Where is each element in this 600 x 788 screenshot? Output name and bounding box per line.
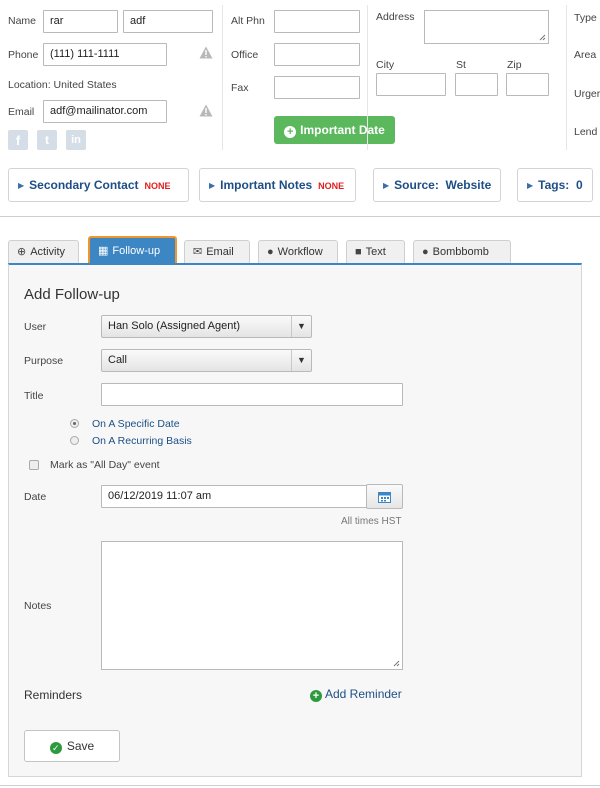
- lender-label: Lend: [574, 126, 598, 138]
- last-name-input[interactable]: adf: [123, 10, 213, 33]
- email-label: Email: [8, 106, 35, 118]
- dropdown-arrow-icon: ▼: [291, 350, 311, 371]
- panel-heading: Add Follow-up: [24, 286, 120, 303]
- drop-icon: ●: [267, 246, 274, 258]
- section-divider: [0, 216, 600, 217]
- calendar-icon: [378, 492, 391, 503]
- tab-follow-up[interactable]: ▦ Follow-up: [88, 236, 177, 266]
- phone-input[interactable]: (111) 111-1111: [43, 43, 167, 66]
- status-badge: NONE: [144, 181, 171, 191]
- tags-count: 0: [575, 178, 583, 192]
- resize-handle-icon: [393, 660, 400, 667]
- calendar-icon: ▦: [98, 245, 109, 257]
- office-label: Office: [231, 49, 259, 61]
- name-label: Name: [8, 15, 37, 27]
- tab-email[interactable]: ✉ Email: [184, 240, 250, 264]
- check-circle-icon: ✓: [49, 742, 62, 754]
- alt-phone-input[interactable]: [274, 10, 360, 33]
- purpose-label: Purpose: [24, 355, 64, 367]
- envelope-icon: ✉: [193, 246, 203, 258]
- bottom-divider: [0, 785, 600, 786]
- phone-label: Phone: [8, 49, 39, 61]
- address-label: Address: [376, 11, 415, 23]
- state-label: St: [456, 59, 466, 71]
- status-badge: NONE: [318, 181, 345, 191]
- location-value: United States: [53, 79, 117, 91]
- specific-date-label[interactable]: On A Specific Date: [92, 418, 180, 430]
- bomb-icon: ●: [422, 246, 429, 258]
- timezone-note: All times HST: [341, 516, 402, 527]
- specific-date-radio[interactable]: [70, 419, 79, 428]
- plus-circle-icon: +: [284, 126, 297, 138]
- recurring-basis-radio[interactable]: [70, 436, 79, 445]
- purpose-select[interactable]: Call ▼: [101, 349, 312, 372]
- location-label: Location: United States: [8, 79, 117, 91]
- secondary-contact-toggle[interactable]: ▶ Secondary Contact NONE: [8, 168, 189, 202]
- zip-input[interactable]: [506, 73, 549, 96]
- save-button[interactable]: ✓ Save: [24, 730, 120, 762]
- date-input[interactable]: 06/12/2019 11:07 am: [101, 485, 367, 508]
- email-input[interactable]: adf@mailinator.com: [43, 100, 167, 123]
- fax-input[interactable]: [274, 76, 360, 99]
- title-input[interactable]: [101, 383, 403, 406]
- city-input[interactable]: [376, 73, 446, 96]
- calendar-button[interactable]: [366, 484, 403, 509]
- city-label: City: [376, 59, 395, 71]
- fax-label: Fax: [231, 82, 249, 94]
- important-date-button[interactable]: + Important Date: [274, 116, 395, 144]
- notes-label: Notes: [24, 600, 52, 612]
- divider: [367, 5, 368, 150]
- urgency-label: Urger: [574, 88, 600, 100]
- warning-icon[interactable]: [199, 46, 213, 59]
- chat-bubbles-icon: ■: [355, 246, 362, 258]
- dropdown-arrow-icon: ▼: [291, 316, 311, 337]
- plus-circle-icon: +: [310, 690, 322, 702]
- source-toggle[interactable]: ▶ Source: Website: [373, 168, 501, 202]
- state-input[interactable]: [455, 73, 498, 96]
- area-label: Area: [574, 49, 597, 61]
- important-notes-toggle[interactable]: ▶ Important Notes NONE: [199, 168, 356, 202]
- all-day-checkbox[interactable]: [29, 460, 39, 470]
- tab-workflow[interactable]: ● Workflow: [258, 240, 338, 264]
- all-day-label[interactable]: Mark as "All Day" event: [50, 459, 160, 471]
- divider: [566, 5, 567, 150]
- source-value: Website: [445, 178, 492, 192]
- follow-up-panel: [8, 263, 582, 777]
- warning-icon[interactable]: [199, 104, 213, 117]
- caret-right-icon: ▶: [383, 181, 390, 190]
- type-label: Type: [574, 12, 597, 24]
- first-name-input[interactable]: rar: [43, 10, 118, 33]
- notes-textarea[interactable]: [101, 541, 403, 670]
- plus-circle-icon: ⊕: [17, 246, 27, 258]
- tab-text[interactable]: ■ Text: [346, 240, 405, 264]
- facebook-icon[interactable]: f: [8, 130, 28, 150]
- address-textarea[interactable]: [424, 10, 549, 44]
- title-label: Title: [24, 390, 44, 402]
- zip-label: Zip: [507, 59, 522, 71]
- alt-phone-label: Alt Phn: [231, 15, 265, 27]
- office-input[interactable]: [274, 43, 360, 66]
- tab-bombbomb[interactable]: ● Bombbomb: [413, 240, 511, 264]
- user-select[interactable]: Han Solo (Assigned Agent) ▼: [101, 315, 312, 338]
- caret-right-icon: ▶: [18, 181, 25, 190]
- user-label: User: [24, 321, 47, 333]
- divider: [222, 5, 223, 150]
- add-reminder-link[interactable]: + Add Reminder: [310, 687, 402, 702]
- linkedin-icon[interactable]: in: [66, 130, 86, 150]
- caret-right-icon: ▶: [209, 181, 216, 190]
- tab-activity[interactable]: ⊕ Activity: [8, 240, 79, 264]
- reminders-label: Reminders: [24, 688, 83, 702]
- caret-right-icon: ▶: [527, 181, 534, 190]
- tags-toggle[interactable]: ▶ Tags: 0: [517, 168, 593, 202]
- recurring-basis-label[interactable]: On A Recurring Basis: [92, 435, 192, 447]
- resize-handle-icon: [539, 34, 546, 41]
- twitter-icon[interactable]: t: [37, 130, 57, 150]
- date-label: Date: [24, 491, 47, 503]
